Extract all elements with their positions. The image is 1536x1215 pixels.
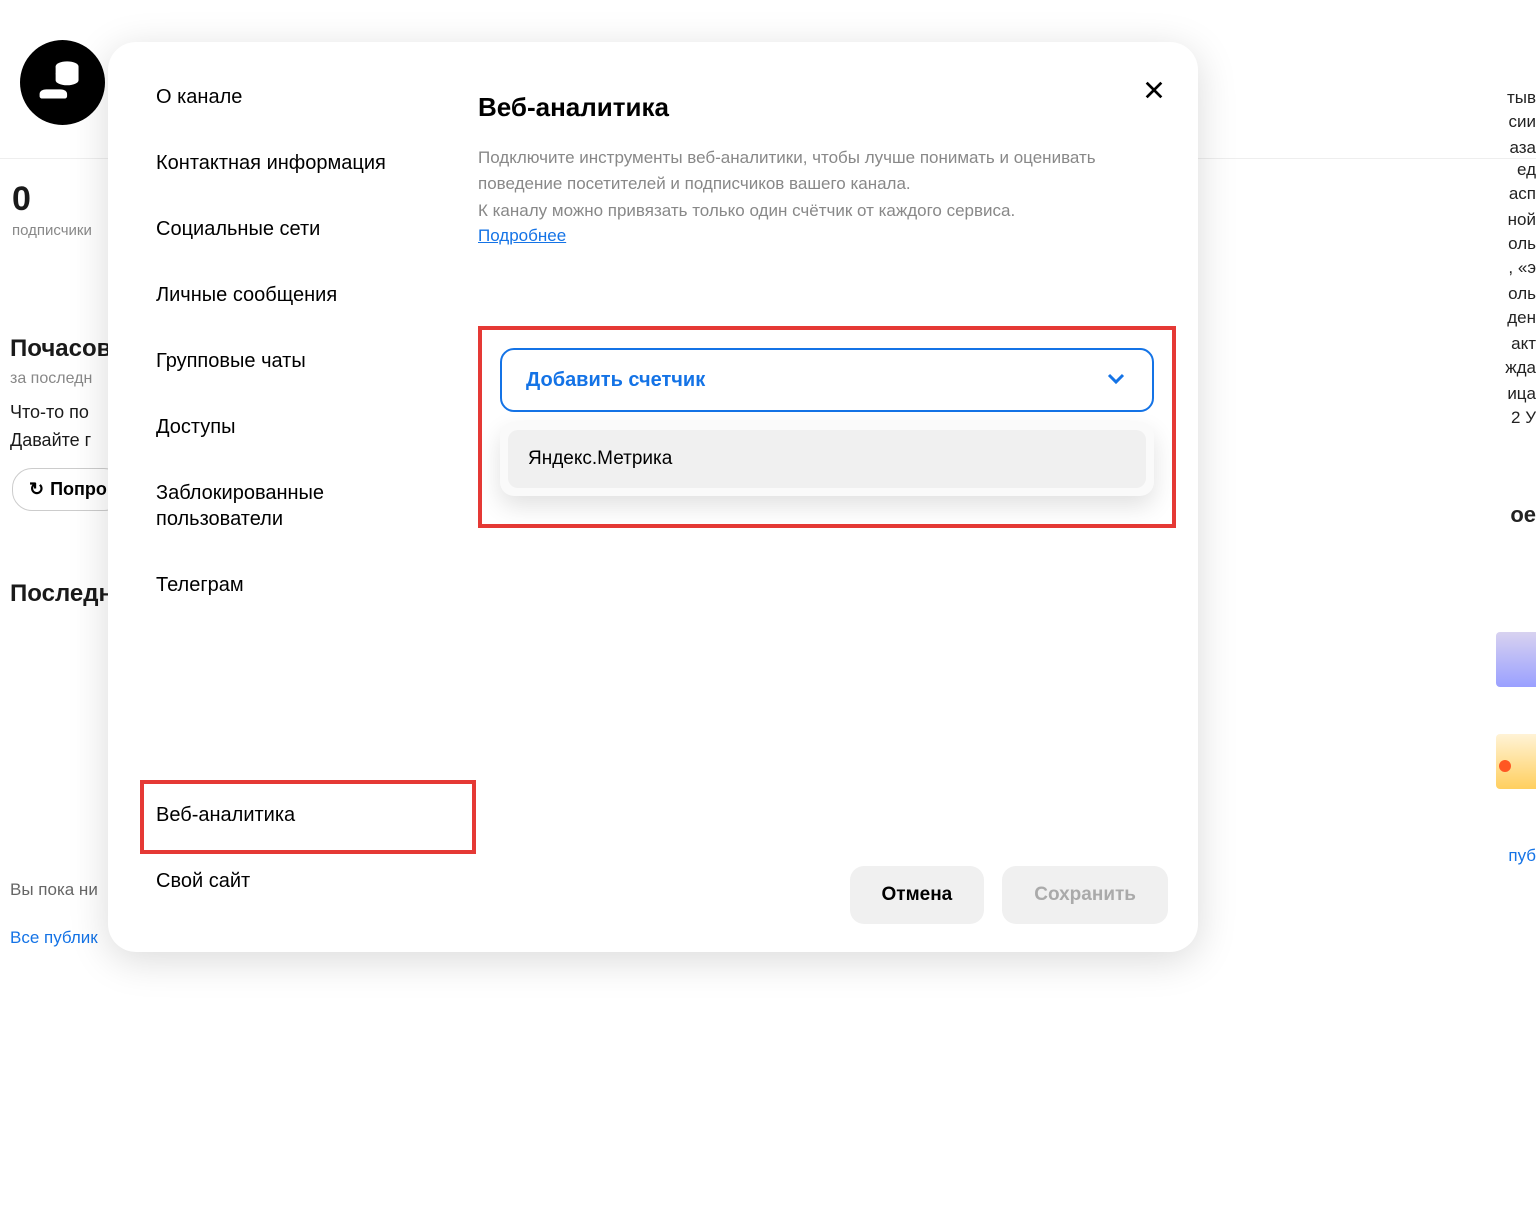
main-title: Веб-аналитика (478, 92, 1136, 123)
empty-text-2: Давайте г (10, 430, 91, 451)
sidebar-item-access[interactable]: Доступы (156, 414, 478, 440)
right-publications-link[interactable]: пуб (1508, 846, 1536, 866)
right-text-fragment: ной (1508, 210, 1536, 230)
thumbnail-2[interactable] (1496, 734, 1536, 789)
sidebar-item-social[interactable]: Социальные сети (156, 216, 478, 242)
right-text-fragment: аза (1509, 138, 1536, 158)
right-text-fragment: , «э (1508, 258, 1536, 278)
sidebar-item-contact[interactable]: Контактная информация (156, 150, 478, 176)
sidebar-item-groupchats[interactable]: Групповые чаты (156, 348, 478, 374)
retry-label: Попро (50, 479, 107, 500)
thumbnail-1[interactable] (1496, 632, 1536, 687)
counter-highlight-box: Добавить счетчик Яндекс.Метрика (478, 326, 1176, 528)
main-description-2: К каналу можно привязать только один счё… (478, 198, 1136, 224)
subscribers-count: 0 (12, 180, 31, 219)
more-link[interactable]: Подробнее (478, 226, 566, 245)
right-text-fragment: ица (1507, 384, 1536, 404)
modal-footer: Отмена Сохранить (850, 866, 1169, 924)
right-text-fragment: ед (1517, 160, 1536, 180)
right-text-fragment: жда (1505, 358, 1536, 378)
channel-avatar[interactable] (20, 40, 105, 125)
right-text-fragment: ден (1507, 308, 1536, 328)
coins-hand-icon (35, 55, 90, 110)
right-text-fragment: тыв (1507, 88, 1536, 108)
sidebar-item-about[interactable]: О канале (156, 84, 478, 110)
sidebar-item-telegram[interactable]: Телеграм (156, 572, 478, 598)
right-text-fragment: 2 У (1511, 408, 1536, 428)
sidebar-item-own-site[interactable]: Свой сайт (156, 868, 280, 894)
right-text-fragment: асп (1509, 184, 1536, 204)
sidebar-item-blocked[interactable]: Заблокированные пользователи (156, 480, 478, 532)
cancel-button[interactable]: Отмена (850, 866, 985, 924)
sidebar-item-messages[interactable]: Личные сообщения (156, 282, 478, 308)
empty-text-1: Что-то по (10, 402, 89, 423)
sidebar-item-web-analytics[interactable]: Веб-аналитика (156, 802, 325, 828)
modal-main: Веб-аналитика Подключите инструменты веб… (478, 42, 1198, 952)
hourly-subtitle: за последн (10, 370, 92, 388)
right-text-fragment: сии (1509, 112, 1536, 132)
main-description-1: Подключите инструменты веб-аналитики, чт… (478, 145, 1136, 196)
chevron-down-icon (1104, 366, 1128, 395)
select-label: Добавить счетчик (526, 369, 705, 392)
dropdown-item-yandex-metrika[interactable]: Яндекс.Метрика (508, 430, 1146, 488)
all-publications-link[interactable]: Все публик (10, 928, 98, 948)
no-publications-text: Вы пока ни (10, 880, 98, 900)
counter-dropdown: Яндекс.Метрика (500, 422, 1154, 496)
refresh-icon: ↻ (29, 479, 44, 500)
add-counter-select[interactable]: Добавить счетчик (500, 348, 1154, 412)
right-text-fragment: оль (1508, 234, 1536, 254)
subscribers-label: подписчики (12, 222, 92, 239)
right-text-fragment: акт (1511, 334, 1536, 354)
right-text-fragment: оль (1508, 284, 1536, 304)
right-text-bold: ое (1510, 502, 1536, 528)
save-button[interactable]: Сохранить (1002, 866, 1168, 924)
